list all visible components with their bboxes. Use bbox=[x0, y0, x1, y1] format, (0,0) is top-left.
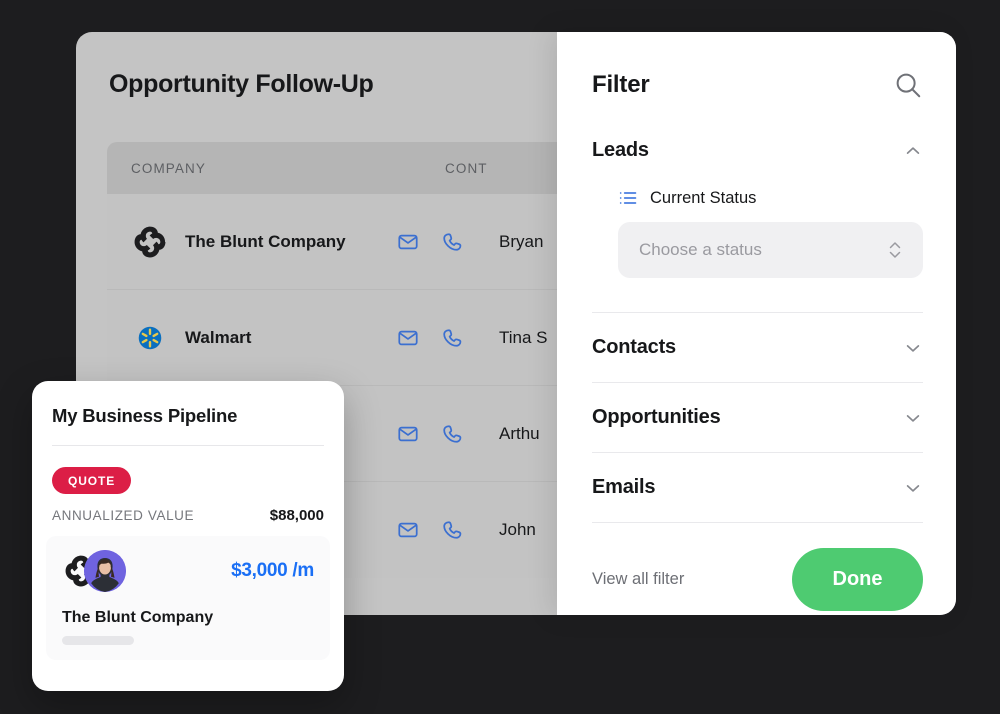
filter-title: Filter bbox=[592, 71, 650, 98]
filter-panel: Filter Leads Current Status Choose a sta… bbox=[557, 32, 956, 615]
pipeline-item-avatars bbox=[62, 550, 128, 592]
current-status-label: Current Status bbox=[650, 188, 757, 207]
pipeline-item-placeholder-bar bbox=[62, 636, 134, 645]
search-icon[interactable] bbox=[893, 70, 923, 100]
page-title: Opportunity Follow-Up bbox=[109, 70, 374, 98]
mail-icon[interactable] bbox=[397, 327, 419, 349]
section-divider bbox=[592, 522, 923, 523]
mail-icon[interactable] bbox=[397, 519, 419, 541]
phone-icon[interactable] bbox=[441, 327, 463, 349]
done-button[interactable]: Done bbox=[792, 548, 923, 611]
chevron-down-icon[interactable] bbox=[903, 338, 923, 358]
phone-icon[interactable] bbox=[441, 231, 463, 253]
pipeline-item-header: $3,000 /m bbox=[62, 550, 314, 592]
mail-icon[interactable] bbox=[397, 231, 419, 253]
chevron-up-icon[interactable] bbox=[903, 141, 923, 161]
row-actions bbox=[397, 327, 493, 349]
filter-section-label: Contacts bbox=[592, 336, 676, 358]
mail-icon[interactable] bbox=[397, 423, 419, 445]
filter-section-label: Opportunities bbox=[592, 406, 721, 428]
filter-footer: View all filter Done bbox=[592, 548, 923, 611]
walmart-spark-logo-icon bbox=[131, 319, 169, 357]
contact-name: John bbox=[499, 520, 536, 539]
contact-name: Arthu bbox=[499, 423, 540, 443]
column-header-company: COMPANY bbox=[131, 160, 206, 176]
row-actions bbox=[397, 231, 493, 253]
filter-section-leads[interactable]: Leads bbox=[592, 139, 923, 162]
pipeline-item[interactable]: $3,000 /m The Blunt Company bbox=[46, 536, 330, 660]
row-actions bbox=[397, 423, 493, 445]
pipeline-item-mrr: $3,000 /m bbox=[231, 560, 314, 581]
annualized-value-amount: $88,000 bbox=[269, 507, 324, 524]
filter-section-label: Leads bbox=[592, 139, 649, 161]
row-actions bbox=[397, 519, 493, 541]
pipeline-divider bbox=[52, 445, 324, 446]
contact-name: Bryan bbox=[499, 231, 544, 251]
status-select[interactable]: Choose a status bbox=[618, 222, 923, 278]
pipeline-card: My Business Pipeline QUOTE ANNUALIZED VA… bbox=[32, 381, 344, 691]
filter-section-emails[interactable]: Emails bbox=[592, 453, 923, 499]
pipeline-item-company: The Blunt Company bbox=[62, 609, 214, 626]
phone-icon[interactable] bbox=[441, 423, 463, 445]
annualized-value-label: ANNUALIZED VALUE bbox=[52, 508, 195, 523]
screen: Opportunity Follow-Up COMPANY CONT The B… bbox=[0, 0, 1000, 714]
blunt-pinwheel-logo-icon bbox=[131, 223, 169, 261]
filter-section-contacts[interactable]: Contacts bbox=[592, 313, 923, 359]
annualized-value-row: ANNUALIZED VALUE $88,000 bbox=[52, 507, 324, 524]
filter-section-label: Emails bbox=[592, 476, 656, 498]
cell-company: The Blunt Company bbox=[107, 223, 397, 261]
chevron-down-icon[interactable] bbox=[903, 408, 923, 428]
chevron-up-down-icon[interactable] bbox=[886, 239, 904, 261]
view-all-filter-link[interactable]: View all filter bbox=[592, 570, 684, 589]
filter-section-opportunities[interactable]: Opportunities bbox=[592, 383, 923, 429]
column-header-contact: CONT bbox=[445, 160, 488, 176]
status-badge: QUOTE bbox=[52, 467, 132, 494]
cell-company: Walmart bbox=[107, 319, 397, 357]
company-name: The Blunt Company bbox=[185, 231, 346, 251]
phone-icon[interactable] bbox=[441, 519, 463, 541]
filter-header: Filter bbox=[592, 32, 923, 100]
contact-avatar bbox=[84, 550, 126, 592]
company-name: Walmart bbox=[185, 327, 252, 347]
list-icon bbox=[618, 188, 638, 208]
current-status-field: Current Status bbox=[592, 188, 923, 208]
chevron-down-icon[interactable] bbox=[903, 478, 923, 498]
status-select-placeholder: Choose a status bbox=[639, 240, 762, 259]
pipeline-title: My Business Pipeline bbox=[52, 405, 238, 426]
contact-name: Tina S bbox=[499, 327, 548, 347]
